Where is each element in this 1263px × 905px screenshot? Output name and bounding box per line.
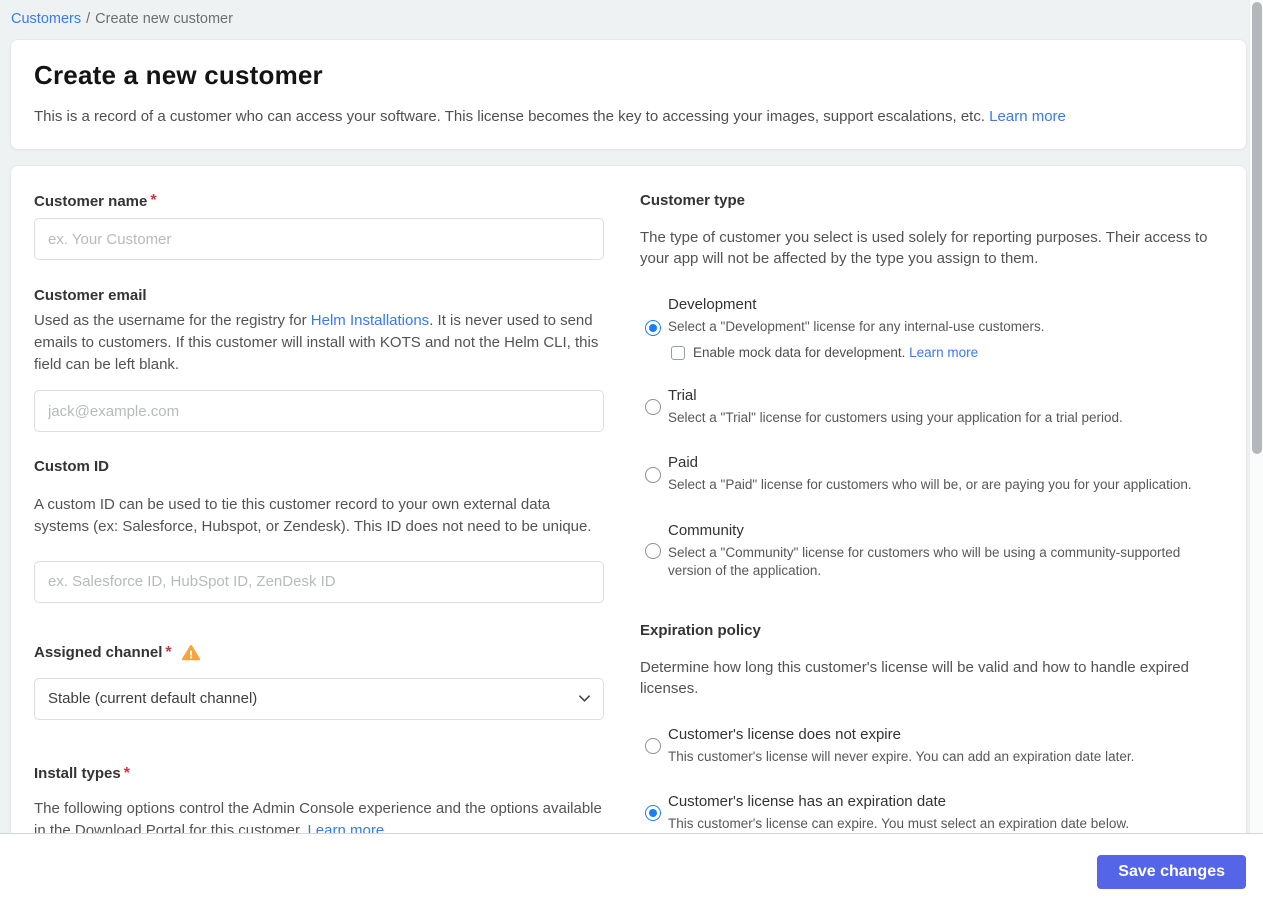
custom-id-help: A custom ID can be used to tie this cust… [34,496,592,535]
customer-type-help: The type of customer you select is used … [640,229,1208,267]
assigned-channel-required-asterisk: * [165,643,172,661]
footer-action-bar: Save changes [0,833,1263,905]
mock-data-checkbox-label: Enable mock data for development. Learn … [693,345,978,360]
breadcrumb-customers-link[interactable]: Customers [11,11,81,27]
custom-id-label: Custom ID [34,458,109,476]
form-right-column: Customer type The type of customer you s… [640,192,1210,841]
development-option-title: Development [668,296,757,313]
warning-icon [181,644,200,661]
save-changes-button[interactable]: Save changes [1097,855,1246,889]
trial-radio[interactable] [645,399,661,416]
customer-name-label: Customer name [34,192,148,210]
install-types-label-row: Install types * [34,765,604,783]
form-left-column: Customer name * Customer email Used as t… [34,192,604,841]
has-date-option-description: This customer's license can expire. You … [668,816,1130,832]
paid-radio[interactable] [645,466,661,483]
customer-name-label-row: Customer name * [34,192,604,210]
customer-type-option-paid: Paid Select a "Paid" license for custome… [640,454,1210,494]
page-title: Create a new customer [34,60,323,90]
breadcrumb: Customers / Create new customer [0,0,1263,27]
header-learn-more-link[interactable]: Learn more [989,108,1066,125]
has-date-option-title: Customer's license has an expiration dat… [668,793,947,811]
trial-option-text: Trial Select a "Trial" license for custo… [668,387,1123,427]
community-option-description: Select a "Community" license for custome… [668,544,1181,578]
trial-option-title: Trial [668,387,697,405]
customer-type-option-development: Development Select a "Development" licen… [640,296,1210,360]
customer-email-help-prefix: Used as the username for the registry fo… [34,312,311,329]
customer-email-help: Used as the username for the registry fo… [34,310,604,375]
community-option-title: Community [668,521,744,539]
customer-type-option-community: Community Select a "Community" license f… [640,522,1210,580]
header-card: Create a new customer This is a record o… [10,39,1247,150]
vertical-scrollbar-track[interactable] [1249,0,1263,833]
development-radio[interactable] [645,320,661,337]
customer-email-input[interactable] [34,390,604,433]
paid-option-title: Paid [668,454,699,472]
breadcrumb-separator: / [86,11,91,27]
install-types-required-asterisk: * [123,764,130,782]
customer-type-option-trial: Trial Select a "Trial" license for custo… [640,387,1210,427]
customer-name-input[interactable] [34,218,604,260]
assigned-channel-label-row: Assigned channel * [34,644,604,662]
page-description-text: This is a record of a customer who can a… [34,108,985,125]
mock-data-checkbox[interactable] [671,345,685,360]
license-no-expire-radio[interactable] [645,738,661,755]
install-types-label: Install types [34,765,121,783]
expiration-policy-help: Determine how long this customer's licen… [640,659,1189,698]
customer-name-required-asterisk: * [150,192,157,209]
community-radio[interactable] [645,542,661,559]
helm-installations-link[interactable]: Helm Installations [311,312,429,329]
license-has-expiration-radio[interactable] [645,805,661,822]
assigned-channel-select[interactable]: Stable (current default channel) [34,677,604,720]
breadcrumb-current: Create new customer [95,11,233,27]
no-expire-option-description: This customer's license will never expir… [668,749,1135,765]
mock-data-checkbox-row: Enable mock data for development. Learn … [671,345,1045,360]
mock-data-learn-more-link[interactable]: Learn more [909,345,978,360]
expiration-policy-label: Expiration policy [640,622,761,640]
custom-id-input[interactable] [34,560,604,603]
create-customer-page: Customers / Create new customer Create a n… [0,0,1263,905]
no-expire-option-title: Customer's license does not expire [668,726,901,744]
customer-form-card: Customer name * Customer email Used as t… [10,165,1247,865]
has-date-option-text: Customer's license has an expiration dat… [668,793,1129,833]
community-option-text: Community Select a "Community" license f… [668,522,1210,580]
page-description: This is a record of a customer who can a… [34,106,1222,127]
customer-email-label: Customer email [34,287,147,304]
trial-option-description: Select a "Trial" license for customers u… [668,410,1123,426]
paid-option-description: Select a "Paid" license for customers wh… [668,477,1192,493]
assigned-channel-label: Assigned channel [34,644,163,662]
paid-option-text: Paid Select a "Paid" license for custome… [668,454,1192,494]
development-option-description: Select a "Development" license for any i… [668,319,1045,334]
vertical-scrollbar-thumb[interactable] [1252,2,1262,454]
expiration-option-has-date: Customer's license has an expiration dat… [640,793,1210,833]
no-expire-option-text: Customer's license does not expire This … [668,726,1134,766]
development-option-text: Development Select a "Development" licen… [668,296,1045,360]
customer-type-label: Customer type [640,192,746,209]
mock-data-label-text: Enable mock data for development. [693,345,906,361]
assigned-channel-select-wrap: Stable (current default channel) [34,677,604,720]
expiration-option-no-expire: Customer's license does not expire This … [640,726,1210,766]
